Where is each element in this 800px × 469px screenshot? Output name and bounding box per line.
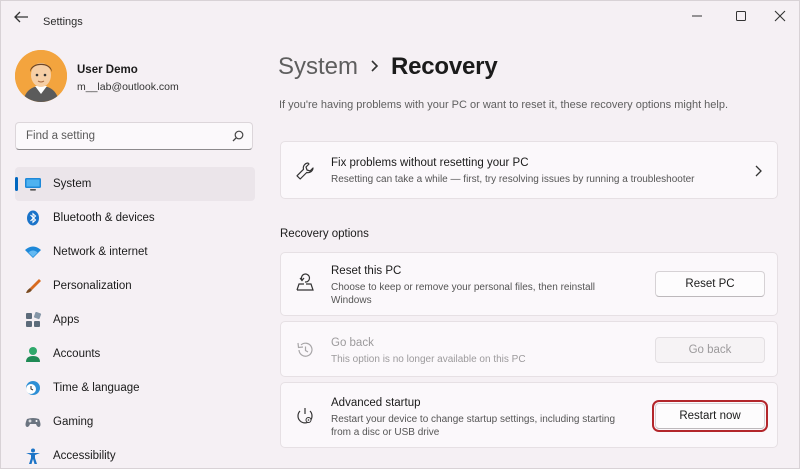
- wrench-icon: [296, 162, 314, 180]
- settings-window: Settings User Demo m__lab@outlook.com Fi…: [0, 0, 800, 469]
- reset-pc-subtitle-line2: Windows: [331, 295, 372, 306]
- sidebar-item-label: Apps: [53, 314, 80, 326]
- sidebar-item-label: Gaming: [53, 416, 94, 428]
- reset-pc-icon: [296, 273, 314, 291]
- sidebar-item-label: System: [53, 178, 92, 190]
- accounts-icon: [26, 347, 40, 362]
- reset-pc-title: Reset this PC: [331, 265, 402, 277]
- sidebar-nav: System Bluetooth & devices Network & int…: [15, 167, 255, 469]
- sidebar-item-accessibility[interactable]: Accessibility: [15, 439, 255, 469]
- fix-problems-card[interactable]: Fix problems without resetting your PC R…: [280, 141, 778, 199]
- sidebar-item-system[interactable]: System: [15, 167, 255, 201]
- sidebar-item-label: Bluetooth & devices: [53, 212, 155, 224]
- gamepad-icon: [25, 418, 41, 427]
- restart-now-button[interactable]: Restart now: [652, 400, 768, 432]
- apps-icon: [26, 312, 42, 327]
- clock-globe-icon: [26, 381, 40, 395]
- sidebar-item-personalization[interactable]: Personalization: [15, 269, 255, 303]
- search-input[interactable]: [16, 123, 226, 149]
- close-icon[interactable]: [767, 7, 793, 25]
- maximize-icon[interactable]: [728, 7, 754, 25]
- page-description: If you're having problems with your PC o…: [279, 99, 729, 111]
- active-indicator: [15, 177, 18, 191]
- advanced-startup-title: Advanced startup: [331, 397, 421, 409]
- go-back-title: Go back: [331, 337, 374, 349]
- reset-pc-button[interactable]: Reset PC: [655, 271, 765, 297]
- sidebar-item-label: Network & internet: [53, 246, 148, 258]
- sidebar-item-label: Accessibility: [53, 450, 116, 462]
- search-box[interactable]: [15, 122, 253, 150]
- bluetooth-icon: [27, 210, 39, 226]
- sidebar-item-time-language[interactable]: Time & language: [15, 371, 255, 405]
- fix-problems-title: Fix problems without resetting your PC: [331, 157, 529, 169]
- search-icon[interactable]: [232, 130, 244, 142]
- sidebar-item-apps[interactable]: Apps: [15, 303, 255, 337]
- breadcrumb-parent[interactable]: System: [278, 53, 358, 81]
- chevron-right-icon: [755, 165, 762, 177]
- sidebar-item-label: Accounts: [53, 348, 101, 360]
- avatar[interactable]: [15, 50, 67, 102]
- sidebar-item-label: Time & language: [53, 382, 140, 394]
- system-icon: [25, 178, 41, 191]
- history-icon: [297, 342, 313, 357]
- back-arrow-icon[interactable]: [11, 9, 31, 25]
- title-bar: Settings: [1, 1, 800, 33]
- go-back-card: Go back This option is no longer availab…: [280, 321, 778, 377]
- profile-email: m__lab@outlook.com: [77, 81, 179, 93]
- sidebar-item-network[interactable]: Network & internet: [15, 235, 255, 269]
- fix-problems-subtitle: Resetting can take a while — first, try …: [331, 174, 695, 185]
- minimize-icon[interactable]: [684, 7, 710, 25]
- chevron-right-icon: [371, 60, 379, 72]
- brush-icon: [26, 279, 41, 293]
- sidebar-item-bluetooth[interactable]: Bluetooth & devices: [15, 201, 255, 235]
- accessibility-icon: [26, 448, 40, 464]
- go-back-subtitle: This option is no longer available on th…: [331, 354, 526, 365]
- wifi-icon: [25, 246, 41, 258]
- section-heading-recovery-options: Recovery options: [280, 228, 369, 240]
- sidebar-item-gaming[interactable]: Gaming: [15, 405, 255, 439]
- advanced-startup-subtitle-line2: from a disc or USB drive: [331, 427, 440, 438]
- reset-pc-card: Reset this PC Choose to keep or remove y…: [280, 252, 778, 316]
- sidebar-item-label: Personalization: [53, 280, 132, 292]
- go-back-button: Go back: [655, 337, 765, 363]
- window-title: Settings: [43, 16, 83, 28]
- profile-name: User Demo: [77, 64, 138, 76]
- reset-pc-subtitle: Choose to keep or remove your personal f…: [331, 282, 596, 293]
- page-title: Recovery: [391, 53, 498, 80]
- advanced-startup-icon: [297, 408, 313, 424]
- advanced-startup-subtitle: Restart your device to change startup se…: [331, 414, 616, 425]
- user-avatar-icon: [15, 50, 67, 102]
- sidebar-item-accounts[interactable]: Accounts: [15, 337, 255, 371]
- advanced-startup-card: Advanced startup Restart your device to …: [280, 382, 778, 448]
